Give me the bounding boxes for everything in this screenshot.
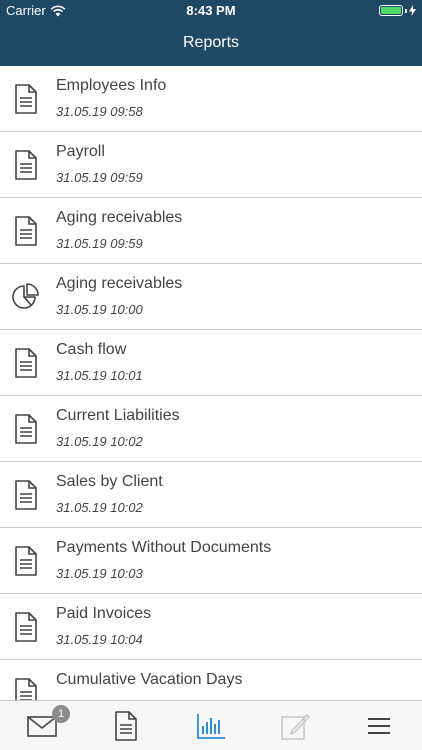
report-date: 31.05.19 10:04 bbox=[56, 632, 143, 647]
menu-icon[interactable] bbox=[364, 711, 394, 741]
document-icon bbox=[15, 348, 37, 378]
navigation-bar: Carrier 8:43 PM Reports bbox=[0, 0, 422, 66]
list-item[interactable]: Payroll 31.05.19 09:59 bbox=[0, 132, 422, 198]
report-name: Aging receivables bbox=[56, 209, 183, 226]
document-icon bbox=[15, 84, 37, 114]
pie-chart-icon bbox=[12, 283, 39, 309]
report-name: Employees Info bbox=[56, 77, 167, 94]
report-name: Cash flow bbox=[56, 341, 127, 358]
list-item[interactable]: Sales by Client 31.05.19 10:02 bbox=[0, 462, 422, 528]
status-time: 8:43 PM bbox=[186, 3, 236, 18]
report-name: Paid Invoices bbox=[56, 605, 152, 622]
tab-bar: 1 bbox=[0, 700, 422, 750]
status-bar: Carrier 8:43 PM bbox=[0, 0, 422, 22]
document-icon bbox=[15, 150, 37, 180]
report-name: Payments Without Documents bbox=[56, 539, 272, 556]
report-date: 31.05.19 09:58 bbox=[56, 104, 143, 119]
page-title: Reports bbox=[182, 34, 240, 51]
document-icon bbox=[15, 546, 37, 576]
list-item[interactable]: Cash flow 31.05.19 10:01 bbox=[0, 330, 422, 396]
document-icon bbox=[15, 612, 37, 642]
list-item[interactable]: Current Liabilities 31.05.19 10:02 bbox=[0, 396, 422, 462]
report-date: 31.05.19 10:02 bbox=[56, 500, 143, 515]
battery-icon bbox=[379, 5, 416, 16]
report-date: 31.05.19 09:59 bbox=[56, 170, 143, 185]
report-date: 31.05.19 09:59 bbox=[56, 236, 143, 251]
document-icon[interactable] bbox=[111, 711, 141, 741]
report-name: Sales by Client bbox=[56, 473, 163, 490]
list-item[interactable]: Paid Invoices 31.05.19 10:04 bbox=[0, 594, 422, 660]
report-date: 31.05.19 10:00 bbox=[56, 302, 143, 317]
report-name: Aging receivables bbox=[56, 275, 183, 292]
unread-badge: 1 bbox=[52, 705, 70, 723]
edit-icon[interactable] bbox=[280, 711, 310, 741]
reports-list[interactable]: Employees Info 31.05.19 09:58 Payroll 31… bbox=[0, 66, 422, 700]
document-icon bbox=[15, 678, 37, 700]
document-icon bbox=[15, 216, 37, 246]
document-icon bbox=[15, 480, 37, 510]
list-item[interactable]: Payments Without Documents 31.05.19 10:0… bbox=[0, 528, 422, 594]
list-item[interactable]: Employees Info 31.05.19 09:58 bbox=[0, 66, 422, 132]
report-name: Payroll bbox=[56, 143, 105, 160]
report-date: 31.05.19 10:01 bbox=[56, 368, 143, 383]
report-date: 31.05.19 10:02 bbox=[56, 434, 143, 449]
document-icon bbox=[15, 414, 37, 444]
bar-chart-icon[interactable] bbox=[196, 711, 226, 741]
report-name: Current Liabilities bbox=[56, 407, 180, 424]
report-date: 31.05.19 10:03 bbox=[56, 566, 143, 581]
charging-bolt-icon bbox=[409, 5, 416, 16]
list-item[interactable]: Aging receivables 31.05.19 09:59 bbox=[0, 198, 422, 264]
list-item[interactable]: Cumulative Vacation Days bbox=[0, 660, 422, 700]
report-name: Cumulative Vacation Days bbox=[56, 671, 243, 688]
list-item[interactable]: Aging receivables 31.05.19 10:00 bbox=[0, 264, 422, 330]
